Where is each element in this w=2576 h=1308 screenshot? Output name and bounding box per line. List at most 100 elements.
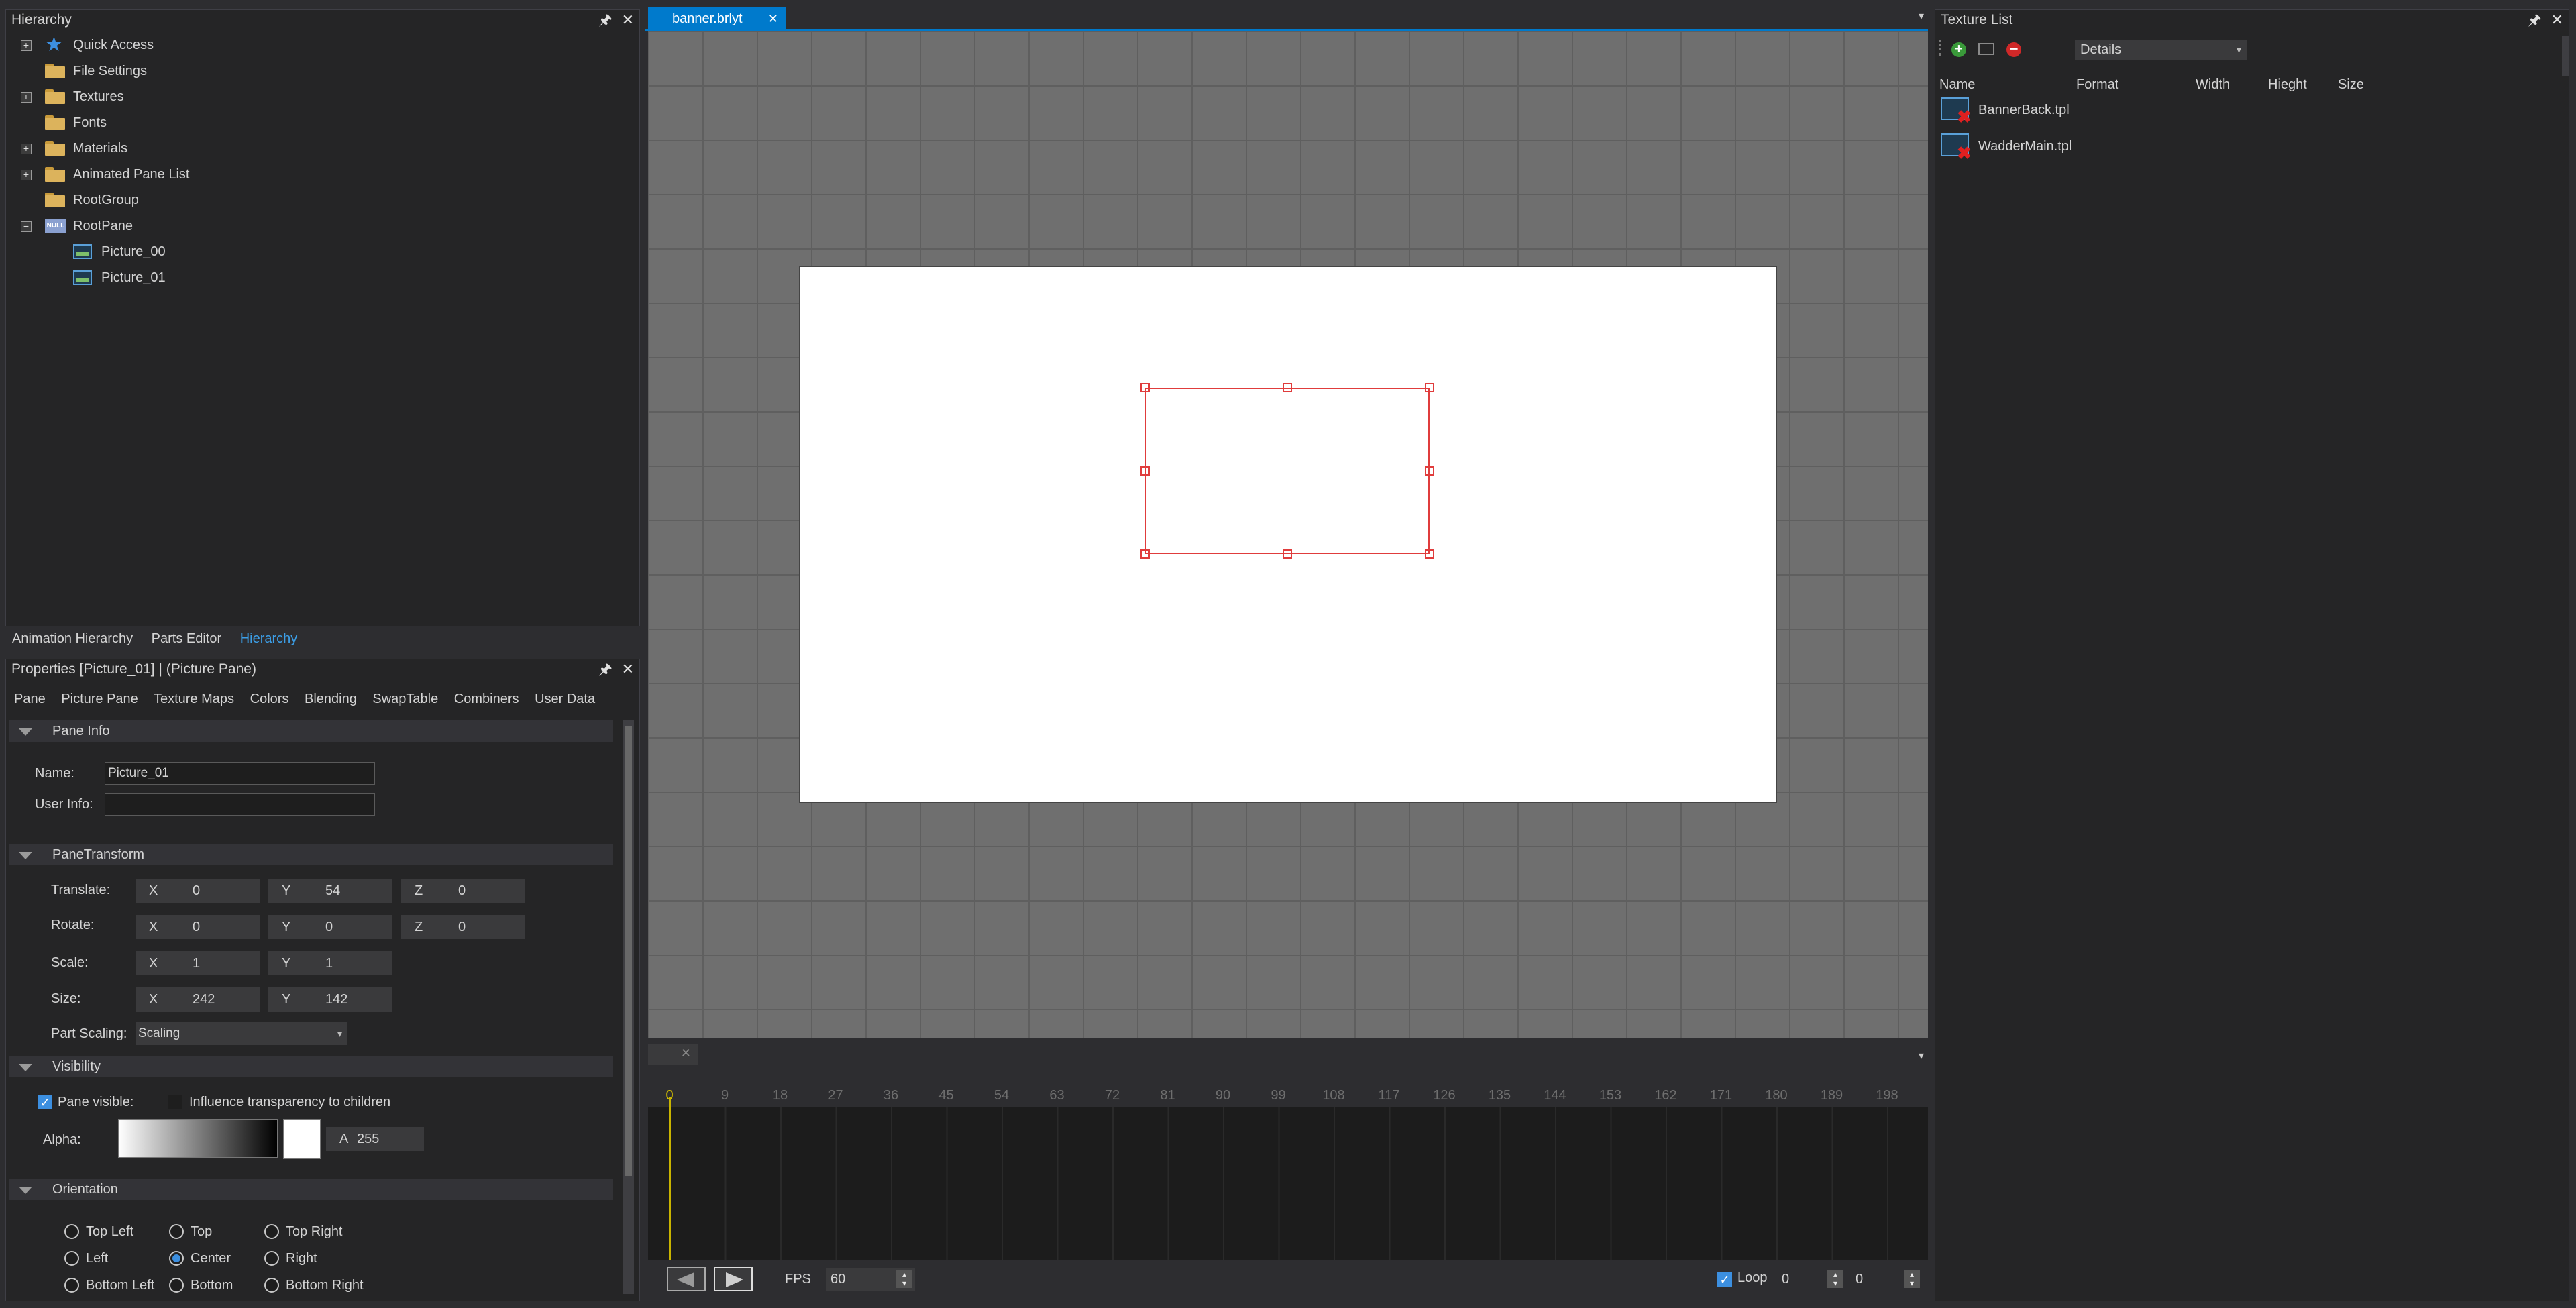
resize-handle-left[interactable] xyxy=(1140,466,1150,476)
fps-input[interactable]: 60 ▴ ▾ xyxy=(826,1268,915,1291)
tree-item[interactable]: + Textures xyxy=(6,85,639,109)
section-visibility[interactable]: Visibility xyxy=(9,1056,613,1077)
resize-handle-top[interactable] xyxy=(1283,383,1292,392)
tree-item[interactable]: − NULL RootPane xyxy=(6,214,639,238)
tree-item[interactable]: Picture_01 xyxy=(6,266,639,290)
tree-item[interactable]: + ★ Quick Access xyxy=(6,33,639,57)
texture-row[interactable]: ✖ WadderMain.tpl xyxy=(1935,129,2569,162)
expand-icon[interactable]: + xyxy=(21,40,32,51)
orientation-radio-bottom-right[interactable] xyxy=(264,1278,279,1293)
resize-handle-bottom-right[interactable] xyxy=(1425,549,1434,559)
rotate-x-field[interactable]: X0 xyxy=(136,915,260,939)
start-frame-input[interactable]: 0 ▴ ▾ xyxy=(1778,1268,1843,1291)
column-format[interactable]: Format xyxy=(2076,77,2118,93)
section-pane-info[interactable]: Pane Info xyxy=(9,720,613,742)
collapse-triangle-icon[interactable] xyxy=(19,1064,32,1071)
tree-item[interactable]: + Animated Pane List xyxy=(6,162,639,186)
tab-picture-pane[interactable]: Picture Pane xyxy=(61,692,138,706)
tab-pane[interactable]: Pane xyxy=(14,692,46,706)
translate-y-field[interactable]: Y 54 xyxy=(268,879,392,903)
orientation-radio-right[interactable] xyxy=(264,1251,279,1266)
tab-animation-hierarchy[interactable]: Animation Hierarchy xyxy=(12,631,133,646)
properties-scrollbar[interactable] xyxy=(623,720,634,1294)
tree-item[interactable]: RootGroup xyxy=(6,188,639,212)
expand-icon[interactable]: + xyxy=(21,92,32,103)
add-texture-icon[interactable]: + xyxy=(1951,42,1966,57)
column-width[interactable]: Width xyxy=(2196,77,2230,93)
tab-swaptable[interactable]: SwapTable xyxy=(372,692,438,706)
collapse-triangle-icon[interactable] xyxy=(19,728,32,736)
close-icon[interactable]: ✕ xyxy=(2551,11,2563,28)
collapse-triangle-icon[interactable] xyxy=(19,852,32,859)
influence-transparency-checkbox[interactable] xyxy=(168,1095,182,1109)
close-icon[interactable]: ✕ xyxy=(681,1046,691,1060)
size-y-field[interactable]: Y 142 xyxy=(268,987,392,1012)
tree-item[interactable]: + Materials xyxy=(6,136,639,160)
close-icon[interactable]: ✕ xyxy=(622,11,634,28)
resize-handle-right[interactable] xyxy=(1425,466,1434,476)
orientation-radio-top-left[interactable] xyxy=(64,1224,79,1239)
play-button[interactable] xyxy=(714,1267,753,1291)
tree-item[interactable]: Fonts xyxy=(6,111,639,135)
tab-combiners[interactable]: Combiners xyxy=(454,692,519,706)
timeline-doc-tab[interactable]: ✕ xyxy=(648,1044,698,1065)
orientation-radio-bottom[interactable] xyxy=(169,1278,184,1293)
fps-spinner-icon[interactable]: ▴ ▾ xyxy=(896,1270,912,1288)
rotate-z-field[interactable]: Z0 xyxy=(401,915,525,939)
scrollbar-thumb[interactable] xyxy=(625,726,632,1176)
pane-visible-checkbox[interactable]: ✓ xyxy=(38,1095,52,1109)
orientation-radio-center[interactable] xyxy=(169,1251,184,1266)
loop-checkbox[interactable]: ✓ xyxy=(1717,1272,1732,1287)
tab-parts-editor[interactable]: Parts Editor xyxy=(152,631,221,646)
scale-x-field[interactable]: X1 xyxy=(136,951,260,975)
collapse-icon[interactable]: − xyxy=(21,221,32,232)
section-pane-transform[interactable]: PaneTransform xyxy=(9,844,613,865)
timeline-track-area[interactable] xyxy=(648,1107,1928,1260)
end-frame-input[interactable]: 0 ▴ ▾ xyxy=(1851,1268,1920,1291)
texture-row[interactable]: ✖ BannerBack.tpl xyxy=(1935,93,2569,125)
pin-icon[interactable]: 🖈 xyxy=(598,11,612,28)
tree-item[interactable]: File Settings xyxy=(6,59,639,83)
view-mode-dropdown[interactable]: Details ▾ xyxy=(2075,40,2247,60)
orientation-radio-left[interactable] xyxy=(64,1251,79,1266)
tab-overflow-chevron-icon[interactable]: ▾ xyxy=(1919,9,1924,23)
start-frame-spinner-icon[interactable]: ▴ ▾ xyxy=(1827,1270,1843,1288)
column-size[interactable]: Size xyxy=(2338,77,2364,93)
user-info-input[interactable] xyxy=(105,793,375,816)
alpha-value-field[interactable]: A 255 xyxy=(326,1127,424,1151)
orientation-radio-top-right[interactable] xyxy=(264,1224,279,1239)
tab-texture-maps[interactable]: Texture Maps xyxy=(154,692,234,706)
end-frame-spinner-icon[interactable]: ▴ ▾ xyxy=(1904,1270,1920,1288)
resize-handle-bottom[interactable] xyxy=(1283,549,1292,559)
column-name[interactable]: Name xyxy=(1939,77,1975,93)
tab-user-data[interactable]: User Data xyxy=(535,692,595,706)
part-scaling-dropdown[interactable]: Scaling ▾ xyxy=(136,1022,347,1045)
orientation-radio-bottom-left[interactable] xyxy=(64,1278,79,1293)
tab-colors[interactable]: Colors xyxy=(250,692,289,706)
section-orientation[interactable]: Orientation xyxy=(9,1179,613,1200)
document-tab-banner[interactable]: banner.brlyt ✕ xyxy=(648,7,786,31)
tree-item[interactable]: Picture_00 xyxy=(6,239,639,264)
collapse-triangle-icon[interactable] xyxy=(19,1187,32,1194)
name-input[interactable]: Picture_01 xyxy=(105,762,375,785)
tab-blending[interactable]: Blending xyxy=(305,692,357,706)
translate-x-field[interactable]: X0 xyxy=(136,879,260,903)
alpha-gradient-slider[interactable] xyxy=(118,1119,278,1158)
tab-hierarchy[interactable]: Hierarchy xyxy=(240,631,298,646)
timeline-overflow-chevron-icon[interactable]: ▾ xyxy=(1919,1049,1924,1062)
resize-handle-bottom-left[interactable] xyxy=(1140,549,1150,559)
texture-list-scrollbar[interactable] xyxy=(2562,36,2569,76)
playhead-line[interactable] xyxy=(669,1097,671,1260)
resize-handle-top-left[interactable] xyxy=(1140,383,1150,392)
size-x-field[interactable]: X 242 xyxy=(136,987,260,1012)
remove-texture-icon[interactable]: − xyxy=(2006,42,2021,57)
replace-texture-icon[interactable] xyxy=(1978,43,1994,55)
alpha-color-swatch[interactable] xyxy=(283,1119,321,1159)
translate-z-field[interactable]: Z0 xyxy=(401,879,525,903)
orientation-radio-top[interactable] xyxy=(169,1224,184,1239)
column-height[interactable]: Hieght xyxy=(2268,77,2307,93)
close-icon[interactable]: ✕ xyxy=(768,7,778,31)
layout-viewport[interactable] xyxy=(648,31,1928,1038)
close-icon[interactable]: ✕ xyxy=(622,661,634,677)
previous-frame-button[interactable] xyxy=(667,1267,706,1291)
